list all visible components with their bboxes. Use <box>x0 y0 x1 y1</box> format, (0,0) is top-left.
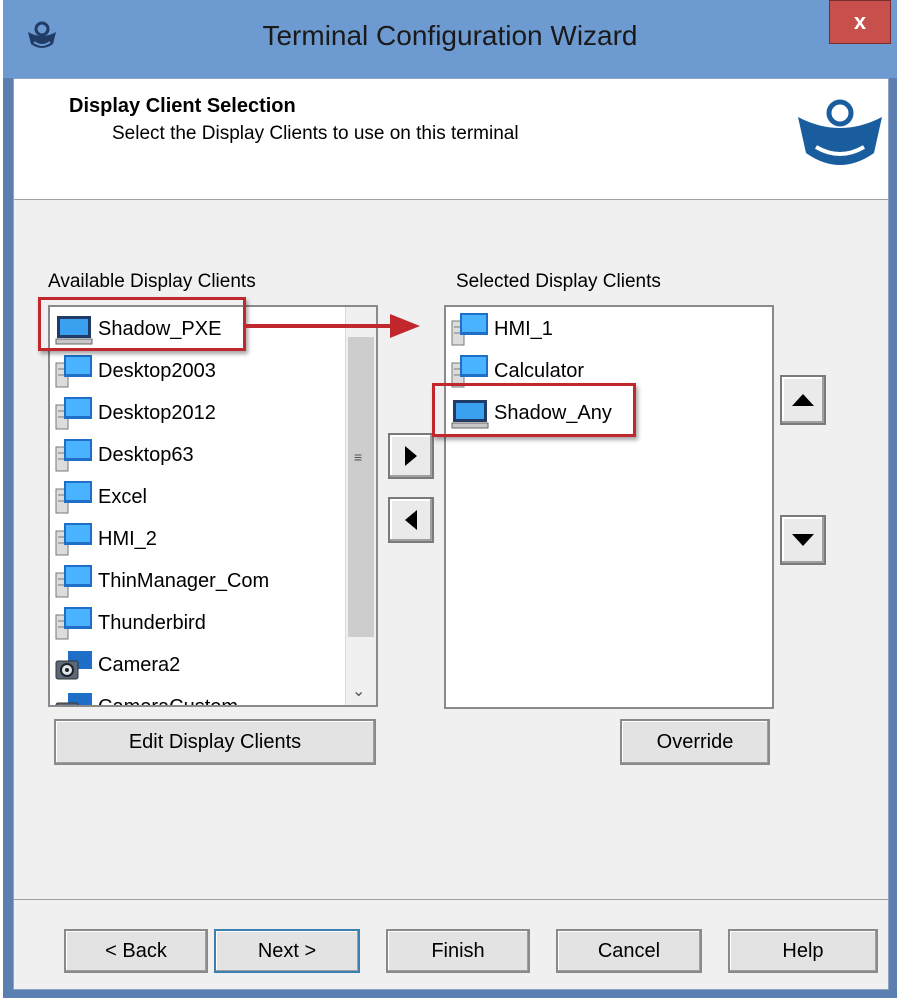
override-button[interactable]: Override <box>620 719 770 765</box>
list-item-label: HMI_1 <box>494 317 553 340</box>
grip-icon: ≡ <box>354 449 363 465</box>
finish-button[interactable]: Finish <box>386 929 530 973</box>
remove-client-button[interactable] <box>388 497 434 543</box>
list-item[interactable]: Desktop63 <box>54 435 194 475</box>
list-item-label: Thunderbird <box>98 611 206 634</box>
help-button[interactable]: Help <box>728 929 878 973</box>
selected-clients-list[interactable]: HMI_1 Calculator Shadow_Any <box>444 305 774 709</box>
list-item-label: Camera2 <box>98 653 181 676</box>
edit-display-clients-button[interactable]: Edit Display Clients <box>54 719 376 765</box>
list-item-label: Calculator <box>494 359 585 382</box>
list-item-label: CameraCustom <box>98 695 239 707</box>
page-title: Display Client Selection <box>69 95 296 117</box>
list-item-label: Desktop2003 <box>98 359 216 382</box>
server-icon <box>55 565 92 598</box>
arrow-left-icon <box>405 510 417 530</box>
add-client-button[interactable] <box>388 433 434 479</box>
server-icon <box>55 397 92 430</box>
list-item-label: Desktop63 <box>98 443 194 466</box>
page-subtitle: Select the Display Clients to use on thi… <box>112 123 519 144</box>
title-bar[interactable]: Terminal Configuration Wizard x <box>3 0 897 78</box>
list-item[interactable]: ThinManager_Com <box>54 561 269 601</box>
wizard-body: Display Client Selection Select the Disp… <box>13 78 889 990</box>
list-item[interactable]: Camera2 <box>54 645 180 685</box>
list-item-label: Desktop2012 <box>98 401 216 424</box>
list-item[interactable]: HMI_2 <box>54 519 157 559</box>
server-icon <box>55 481 92 514</box>
available-list-scrollbar[interactable]: ≡ ⌄ <box>345 307 376 705</box>
footer-divider <box>14 899 888 900</box>
available-clients-label: Available Display Clients <box>48 271 256 292</box>
arrow-down-icon <box>792 534 814 546</box>
arrow-up-icon <box>792 394 814 406</box>
list-item[interactable]: HMI_1 <box>450 309 553 349</box>
highlight-box-shadow-any <box>432 383 636 437</box>
server-icon <box>55 355 92 388</box>
server-icon <box>55 607 92 640</box>
list-item-label: Excel <box>98 485 147 508</box>
list-item[interactable]: Desktop2003 <box>54 351 216 391</box>
annotation-arrow-icon <box>244 314 420 338</box>
camera-icon <box>55 693 92 705</box>
chevron-down-icon[interactable]: ⌄ <box>352 681 365 701</box>
wizard-window: Terminal Configuration Wizard x Display … <box>3 0 897 998</box>
list-item[interactable]: Thunderbird <box>54 603 206 643</box>
move-up-button[interactable] <box>780 375 826 425</box>
list-item[interactable]: Desktop2012 <box>54 393 216 433</box>
next-button[interactable]: Next > <box>214 929 360 973</box>
list-item-label: HMI_2 <box>98 527 157 550</box>
selected-clients-label: Selected Display Clients <box>456 271 661 292</box>
move-down-button[interactable] <box>780 515 826 565</box>
server-icon <box>451 313 488 346</box>
header-panel: Display Client Selection Select the Disp… <box>14 79 888 200</box>
list-item-label: ThinManager_Com <box>98 569 270 592</box>
thinmanager-logo-icon <box>798 99 882 165</box>
available-clients-list[interactable]: Shadow_PXE Desktop2003 Desktop2012 Deskt… <box>48 305 378 707</box>
list-item[interactable]: CameraCustom <box>54 687 239 707</box>
window-title: Terminal Configuration Wizard <box>262 20 638 51</box>
close-button[interactable]: x <box>829 0 891 44</box>
scroll-thumb[interactable] <box>348 337 374 637</box>
list-item[interactable]: Excel <box>54 477 147 517</box>
highlight-box-shadow-pxe <box>38 297 246 351</box>
camera-icon <box>55 651 92 680</box>
server-icon <box>55 439 92 472</box>
back-button[interactable]: < Back <box>64 929 208 973</box>
arrow-right-icon <box>405 446 417 466</box>
cancel-button[interactable]: Cancel <box>556 929 702 973</box>
server-icon <box>55 523 92 556</box>
